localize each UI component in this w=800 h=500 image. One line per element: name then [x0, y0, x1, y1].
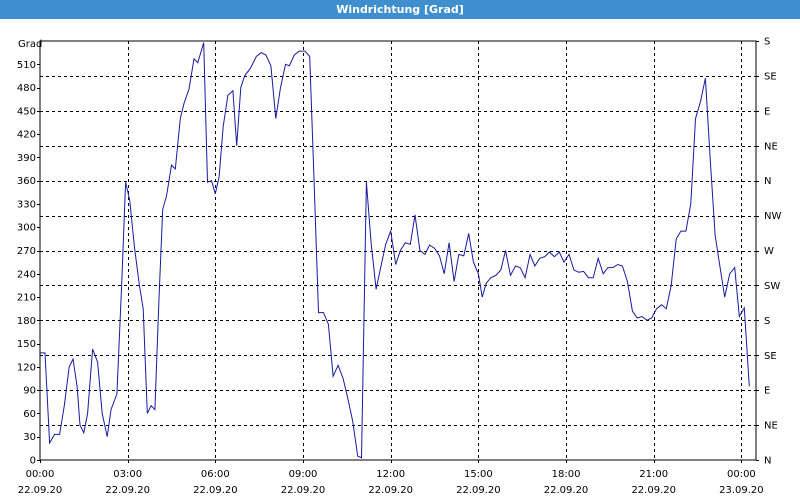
y-axis-label: Grad: [18, 39, 42, 50]
x-tick-date: 22.09.20: [368, 485, 413, 496]
x-tick-time: 12:00: [376, 469, 405, 480]
right-axis: N NE E SE S SW W NW N NE E SE S: [756, 37, 781, 467]
y-tick-label: 300: [17, 223, 36, 234]
y-tick-label: 210: [17, 293, 36, 304]
left-axis: 0 30 60 90 120 150 180 210 240 270 300 330 360 390 420…: [17, 60, 40, 467]
right-tick-label: E: [764, 106, 770, 117]
right-tick-label: NW: [764, 211, 781, 222]
y-tick-label: 450: [17, 106, 36, 117]
y-tick-label: 240: [17, 269, 36, 280]
series-line: [40, 42, 750, 459]
x-tick-date: 23.09.20: [719, 485, 764, 496]
plot-frame: [39, 40, 757, 461]
grid: [40, 41, 756, 460]
x-tick-date: 22.09.20: [281, 485, 326, 496]
wind-direction-chart: 0 30 60 90 120 150 180 210 240 270 300 330 360 390 420…: [17, 37, 782, 497]
x-tick-date: 22.09.20: [105, 485, 150, 496]
x-tick-date: 22.09.20: [193, 485, 238, 496]
right-tick-label: N: [764, 176, 771, 187]
x-tick-time: 15:00: [464, 469, 493, 480]
y-tick-label: 390: [17, 153, 36, 164]
y-tick-label: 30: [23, 432, 36, 443]
x-axis: 00:00 22.09.20 03:00 22.09.20 06:00 22.09.20 0…: [18, 460, 764, 496]
x-tick-date: 22.09.20: [456, 485, 501, 496]
right-tick-label: NE: [764, 141, 778, 152]
x-tick-time: 00:00: [26, 469, 55, 480]
x-tick-time: 06:00: [201, 469, 230, 480]
right-tick-label: S: [764, 37, 770, 48]
right-tick-label: SE: [764, 351, 777, 362]
window-title: Windrichtung [Grad]: [0, 0, 800, 19]
right-tick-label: E: [764, 386, 770, 397]
x-tick-time: 09:00: [289, 469, 318, 480]
y-tick-label: 90: [23, 386, 36, 397]
y-tick-label: 270: [17, 246, 36, 257]
x-tick-time: 03:00: [113, 469, 142, 480]
x-tick-date: 22.09.20: [631, 485, 676, 496]
right-tick-label: NE: [764, 421, 778, 432]
x-tick-date: 22.09.20: [18, 485, 63, 496]
y-tick-label: 0: [30, 456, 36, 467]
y-tick-label: 420: [17, 130, 36, 141]
right-tick-label: SW: [764, 281, 780, 292]
right-tick-label: N: [764, 456, 771, 467]
x-tick-date: 22.09.20: [544, 485, 589, 496]
x-tick-time: 00:00: [727, 469, 756, 480]
y-tick-label: 150: [17, 339, 36, 350]
y-tick-label: 510: [17, 60, 36, 71]
y-tick-label: 330: [17, 199, 36, 210]
x-tick-time: 18:00: [552, 469, 581, 480]
right-tick-label: S: [764, 316, 770, 327]
x-tick-time: 21:00: [639, 469, 668, 480]
right-tick-label: SE: [764, 71, 777, 82]
y-tick-label: 480: [17, 83, 36, 94]
right-tick-label: W: [764, 246, 774, 257]
y-tick-label: 60: [23, 409, 36, 420]
y-tick-label: 360: [17, 176, 36, 187]
y-tick-label: 180: [17, 316, 36, 327]
y-tick-label: 120: [17, 362, 36, 373]
